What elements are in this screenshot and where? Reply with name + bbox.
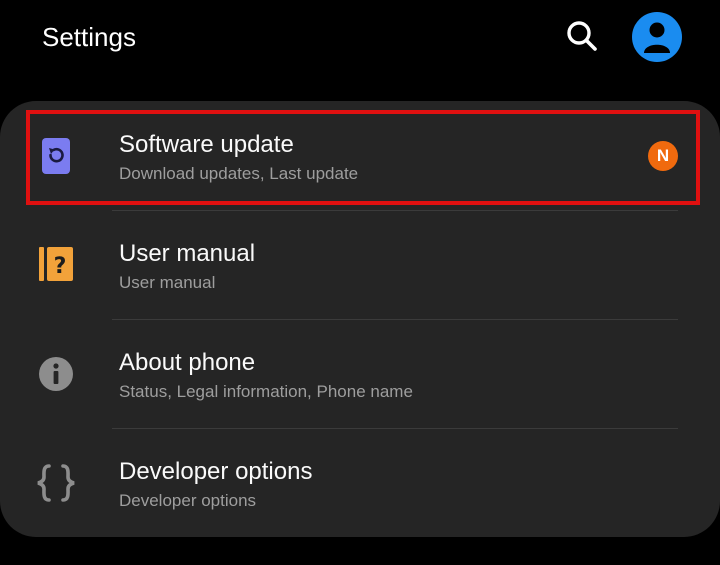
settings-item-user-manual[interactable]: ? User manual User manual [0, 211, 720, 320]
settings-item-label: Software update [119, 131, 294, 158]
settings-item-software-update[interactable]: Software update Download updates, Last u… [0, 101, 720, 210]
svg-text:?: ? [54, 254, 67, 279]
settings-item-label: User manual [119, 240, 256, 267]
software-update-icon [34, 134, 78, 178]
user-manual-icon: ? [34, 242, 78, 286]
settings-item-label: About phone [119, 349, 256, 376]
new-badge: N [648, 141, 678, 171]
settings-item-subtitle: Developer options [119, 491, 257, 510]
settings-card: Software update Download updates, Last u… [0, 101, 720, 537]
page-title: Settings [42, 22, 136, 52]
search-button[interactable] [562, 16, 602, 56]
settings-item-subtitle: Status, Legal information, Phone name [119, 382, 413, 401]
settings-item-subtitle: User manual [119, 273, 216, 292]
braces-icon [34, 461, 78, 505]
account-button[interactable] [632, 12, 682, 62]
account-icon [644, 22, 670, 53]
settings-item-label: Developer options [119, 458, 313, 485]
app-header: Settings [0, 0, 720, 80]
settings-item-about-phone[interactable]: About phone Status, Legal information, P… [0, 320, 720, 429]
info-icon [34, 352, 78, 396]
settings-item-subtitle: Download updates, Last update [119, 164, 359, 183]
settings-item-developer-options[interactable]: Developer options Developer options [0, 429, 720, 537]
search-icon [567, 21, 597, 51]
